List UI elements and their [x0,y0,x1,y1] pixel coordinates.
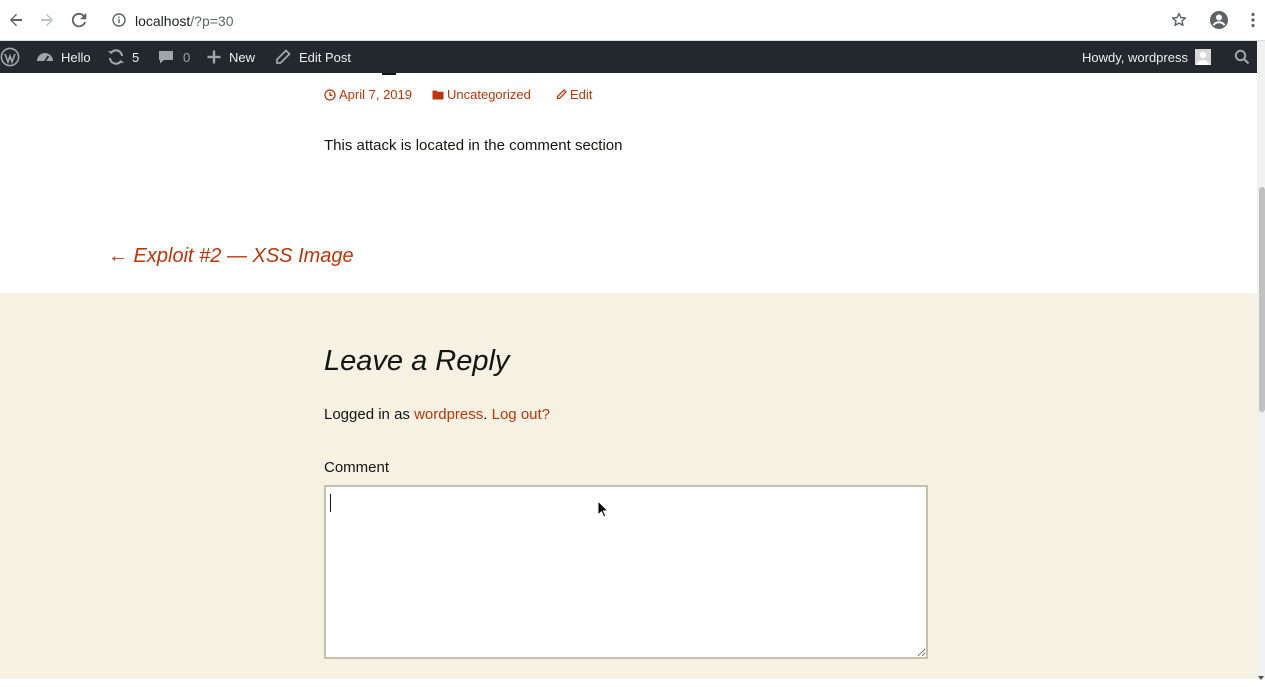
star-icon [1171,12,1187,27]
account-circle-icon [1210,11,1228,29]
logged-in-period: . [483,406,492,423]
forward-arrow-icon [41,13,53,27]
forward-button[interactable] [35,8,59,32]
previous-post-link[interactable]: ← Exploit #2 — XSS Image [108,245,354,268]
new-label: New [229,49,256,65]
profile-button[interactable] [1207,8,1231,32]
comments-count: 0 [183,49,191,65]
logged-in-prefix: Logged in as [324,406,415,423]
admin-search[interactable] [1234,41,1250,73]
post-edit-label: Edit [570,87,593,102]
address-bar[interactable]: localhost/?p=30 [135,10,233,32]
avatar-icon [1196,51,1210,65]
profile-link[interactable]: wordpress [414,406,483,423]
howdy-label: Howdy, wordpress [1082,49,1188,65]
folder-icon [432,90,444,100]
logout-link[interactable]: Log out? [492,406,550,423]
post-date-link[interactable]: April 7, 2019 [324,87,412,102]
new-content-menu[interactable]: New [207,41,255,73]
scroll-down-arrow[interactable] [1257,669,1265,680]
reply-title: Leave a Reply [324,345,510,377]
post-category: Uncategorized [447,87,531,102]
comment-respond-section: Leave a Reply Logged in as wordpress. Lo… [0,293,1257,679]
post-content: This attack is located in the comment se… [324,137,623,154]
back-button[interactable] [4,8,28,32]
comment-textarea[interactable] [324,485,928,659]
reload-icon [71,12,87,28]
updates-icon [108,49,124,65]
scroll-down-arrow-icon [1258,676,1264,680]
browser-toolbar: localhost/?p=30 [0,0,1265,41]
browser-menu-button[interactable] [1241,8,1265,32]
site-info-button[interactable] [107,8,131,32]
post-edit-link[interactable]: Edit [556,87,592,102]
info-icon [112,13,126,27]
comment-label: Comment [324,459,390,476]
reload-button[interactable] [67,8,91,32]
post-section: April 7, 2019 Uncategorized Edit This at… [0,73,1257,293]
post-category-link[interactable]: Uncategorized [432,87,531,102]
my-account-menu[interactable]: Howdy, wordpress [1082,41,1211,73]
edit-post-menu[interactable]: Edit Post [275,41,351,73]
post-date: April 7, 2019 [339,87,412,102]
updates-count: 5 [132,49,140,65]
site-name-label: Hello [61,49,91,65]
pencil-icon [276,49,291,64]
search-icon [1234,49,1250,65]
site-name-menu[interactable]: Hello [36,41,91,73]
wordpress-logo-icon [0,47,20,67]
bookmark-button[interactable] [1167,8,1191,32]
arrow-cursor-icon [597,499,610,518]
url-host: localhost [135,13,191,29]
plus-icon [207,50,221,64]
clock-icon [324,88,336,101]
wp-logo-menu[interactable] [0,41,20,73]
logged-in-as: Logged in as wordpress. Log out? [324,406,550,423]
updates-menu[interactable]: 5 [107,41,139,73]
pencil-small-icon [556,89,567,100]
text-caret [330,494,331,512]
comment-bubble-icon [159,51,173,64]
dashboard-icon [37,53,53,62]
url-path: /?p=30 [190,13,234,29]
user-avatar [1194,49,1211,65]
mouse-cursor [597,499,610,524]
title-remnant [382,73,396,75]
comments-menu[interactable]: 0 [158,41,190,73]
page-content: April 7, 2019 Uncategorized Edit This at… [0,73,1257,679]
back-arrow-icon [10,13,22,27]
more-vert-icon [1251,12,1255,28]
wp-admin-bar: Hello 5 0 New Edit Post Howdy, wordpress [0,41,1265,73]
edit-post-label: Edit Post [299,49,352,65]
scrollbar-thumb[interactable] [1259,187,1265,412]
